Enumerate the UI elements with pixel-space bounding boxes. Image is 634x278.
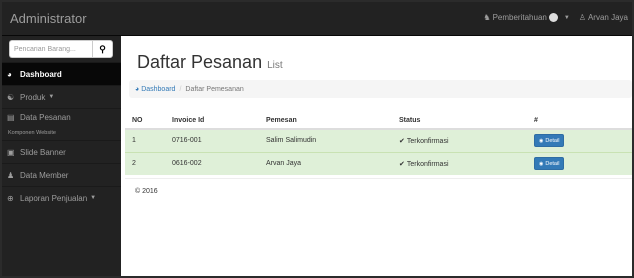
sidebar-item-label: Data Pesanan [20, 113, 71, 122]
detail-button-label: Detail [545, 137, 560, 144]
footer-divider [125, 178, 632, 179]
column-header-no: NO [125, 113, 165, 130]
top-navbar: Administrator ♞ Pemberitahuan ▼ ♙ Arvan … [2, 2, 632, 36]
check-icon: ✔ [399, 137, 405, 145]
search-icon: ⚲ [99, 43, 106, 54]
sidebar-item-data-member[interactable]: ♟ Data Member [2, 163, 121, 186]
status-label: Terkonfirmasi [406, 160, 449, 168]
search-button[interactable]: ⚲ [92, 40, 113, 58]
main-content: Daftar Pesanan List ◕ Dashboard / Daftar… [121, 36, 632, 276]
sidebar-item-laporan-penjualan[interactable]: ⊕ Laporan Penjualan ▼ [2, 186, 121, 209]
orders-table: NO Invoice Id Pemesan Status # 1 0716-00… [125, 113, 632, 175]
cell-action: ◉ Detail [527, 128, 632, 152]
shapes-icon: ☯ [7, 92, 15, 102]
chevron-down-icon: ▼ [48, 94, 55, 100]
eye-icon: ◉ [539, 137, 544, 144]
column-header-action: # [527, 113, 632, 130]
sidebar-item-label: Data Member [20, 170, 69, 180]
bell-icon: ♞ [483, 13, 491, 22]
cell-pemesan: Arvan Jaya [259, 151, 392, 175]
notifications-label: Pemberitahuan [492, 13, 547, 22]
user-icon: ♙ [578, 13, 586, 22]
cell-status: ✔ Terkonfirmasi [392, 128, 527, 152]
sidebar-search: ⚲ [9, 40, 113, 58]
search-input[interactable] [9, 40, 92, 58]
user-label: Arvan Jaya [587, 13, 628, 22]
sidebar-subheading-komponen-website: Komponen Website [2, 126, 121, 140]
app-window: Administrator ♞ Pemberitahuan ▼ ♙ Arvan … [2, 2, 632, 276]
sidebar-menu: ◕ Dashboard ☯ Produk ▼ ▤ Data Pesanan Ko… [2, 62, 121, 209]
page-subtitle: List [267, 60, 283, 71]
sidebar-item-label: Dashboard [20, 69, 62, 79]
user-menu[interactable]: ♙ Arvan Jaya [579, 13, 628, 22]
cell-action: ◉ Detail [527, 151, 632, 175]
chevron-down-icon: ▼ [90, 195, 97, 201]
breadcrumb-home-label: Dashboard [141, 85, 176, 93]
breadcrumb-current: Daftar Pemesanan [185, 85, 244, 93]
globe-icon: ⊕ [7, 193, 14, 203]
column-header-status: Status [392, 113, 527, 130]
page-title-text: Daftar Pesanan [137, 52, 263, 72]
sidebar-item-label: Slide Banner [20, 147, 66, 157]
check-icon: ✔ [399, 160, 405, 168]
cell-invoice: 0716-001 [165, 128, 259, 152]
breadcrumb-separator: / [179, 85, 182, 93]
breadcrumb: ◕ Dashboard / Daftar Pemesanan [129, 80, 632, 98]
cell-no: 1 [125, 128, 165, 152]
page-title: Daftar Pesanan List [137, 52, 283, 73]
users-icon: ♟ [7, 170, 15, 180]
eye-icon: ◉ [539, 160, 544, 167]
detail-button-label: Detail [545, 160, 560, 167]
cell-no: 2 [125, 151, 165, 175]
brand-title[interactable]: Administrator [10, 11, 87, 26]
detail-button[interactable]: ◉ Detail [534, 157, 565, 171]
sidebar-item-label: Produk [20, 92, 46, 102]
cell-invoice: 0616-002 [165, 151, 259, 175]
sidebar-item-data-pesanan[interactable]: ▤ Data Pesanan [2, 108, 121, 126]
table-row: 1 0716-001 Salim Salimudin ✔ Terkonfirmas… [125, 128, 632, 152]
breadcrumb-home[interactable]: ◕ Dashboard [135, 86, 175, 93]
table-row: 2 0616-002 Arvan Jaya ✔ Terkonfirmasi ◉ De… [125, 151, 632, 175]
column-header-pemesan: Pemesan [259, 113, 392, 130]
sidebar-item-dashboard[interactable]: ◕ Dashboard [2, 62, 121, 85]
detail-button[interactable]: ◉ Detail [534, 134, 565, 148]
sidebar-item-label: Laporan Penjualan [20, 193, 88, 203]
footer: © 2016 [135, 188, 158, 195]
navbar-right: ♞ Pemberitahuan ▼ ♙ Arvan Jaya [474, 13, 628, 22]
notifications-dropdown[interactable]: ♞ Pemberitahuan ▼ [483, 13, 570, 22]
column-header-invoice: Invoice Id [165, 113, 259, 130]
table-header-row: NO Invoice Id Pemesan Status # [125, 113, 632, 130]
dashboard-icon: ◕ [7, 69, 12, 79]
sidebar-item-slide-banner[interactable]: ▣ Slide Banner [2, 140, 121, 163]
status-label: Terkonfirmasi [406, 137, 449, 145]
notification-badge [548, 13, 558, 22]
cell-status: ✔ Terkonfirmasi [392, 151, 527, 175]
sidebar-item-produk[interactable]: ☯ Produk ▼ [2, 85, 121, 108]
chevron-down-icon: ▼ [563, 14, 570, 21]
list-icon: ▤ [7, 113, 15, 122]
sidebar: ⚲ ◕ Dashboard ☯ Produk ▼ ▤ Data Pesanan … [2, 36, 121, 276]
dashboard-icon: ◕ [135, 85, 140, 93]
image-icon: ▣ [7, 147, 15, 157]
cell-pemesan: Salim Salimudin [259, 128, 392, 152]
sidebar-subheading-label: Komponen Website [8, 130, 56, 136]
